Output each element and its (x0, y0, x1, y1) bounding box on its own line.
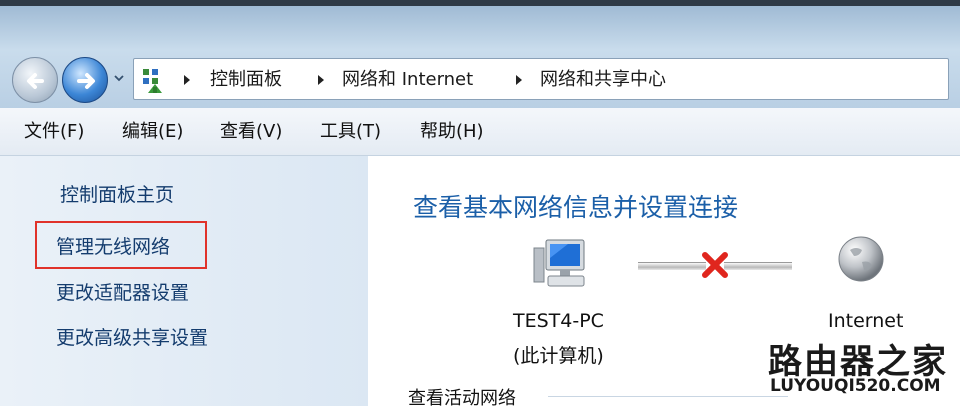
window-title-strip (0, 0, 960, 50)
menu-file[interactable]: 文件(F) (24, 108, 84, 156)
highlight-annotation-box (35, 221, 207, 269)
internet-globe-icon[interactable] (836, 234, 886, 284)
active-networks-heading: 查看活动网络 (408, 388, 516, 406)
computer-name-label: TEST4-PC (513, 310, 604, 332)
back-arrow-icon (27, 73, 44, 89)
breadcrumb-separator-icon[interactable] (514, 73, 524, 87)
section-divider (548, 396, 788, 397)
sidebar-item-change-advanced-sharing[interactable]: 更改高级共享设置 (56, 323, 208, 350)
navigation-bar: 控制面板 网络和 Internet 网络和共享中心 (0, 50, 960, 108)
breadcrumb-separator-icon[interactable] (182, 73, 192, 87)
watermark-url: LUYOUQI520.COM (770, 376, 941, 396)
disconnected-x-icon[interactable] (700, 250, 730, 280)
this-computer-label: (此计算机) (513, 345, 604, 367)
address-bar[interactable]: 控制面板 网络和 Internet 网络和共享中心 (133, 58, 949, 100)
forward-button[interactable] (62, 57, 108, 103)
connection-line-right (724, 262, 792, 270)
back-button[interactable] (12, 57, 58, 103)
breadcrumb-separator-icon[interactable] (316, 73, 326, 87)
connection-line-left (638, 262, 706, 270)
page-title: 查看基本网络信息并设置连接 (413, 193, 739, 222)
menu-tools[interactable]: 工具(T) (320, 108, 381, 156)
computer-icon[interactable] (528, 236, 590, 294)
menu-help[interactable]: 帮助(H) (420, 108, 484, 156)
menu-edit[interactable]: 编辑(E) (122, 108, 183, 156)
menu-bar: 文件(F) 编辑(E) 查看(V) 工具(T) 帮助(H) (0, 108, 960, 156)
sidebar-item-change-adapter-settings[interactable]: 更改适配器设置 (56, 278, 189, 305)
breadcrumb-control-panel[interactable]: 控制面板 (210, 59, 282, 101)
forward-arrow-icon (77, 73, 95, 89)
menu-view[interactable]: 查看(V) (220, 108, 282, 156)
internet-label: Internet (828, 310, 904, 332)
sidebar-item-control-panel-home[interactable]: 控制面板主页 (60, 180, 174, 207)
window-top-edge (0, 0, 960, 6)
breadcrumb-network-internet[interactable]: 网络和 Internet (342, 59, 473, 101)
control-panel-icon (143, 69, 162, 93)
recent-pages-chevron-down-icon[interactable] (113, 72, 125, 84)
breadcrumb-network-sharing-center[interactable]: 网络和共享中心 (540, 59, 666, 101)
